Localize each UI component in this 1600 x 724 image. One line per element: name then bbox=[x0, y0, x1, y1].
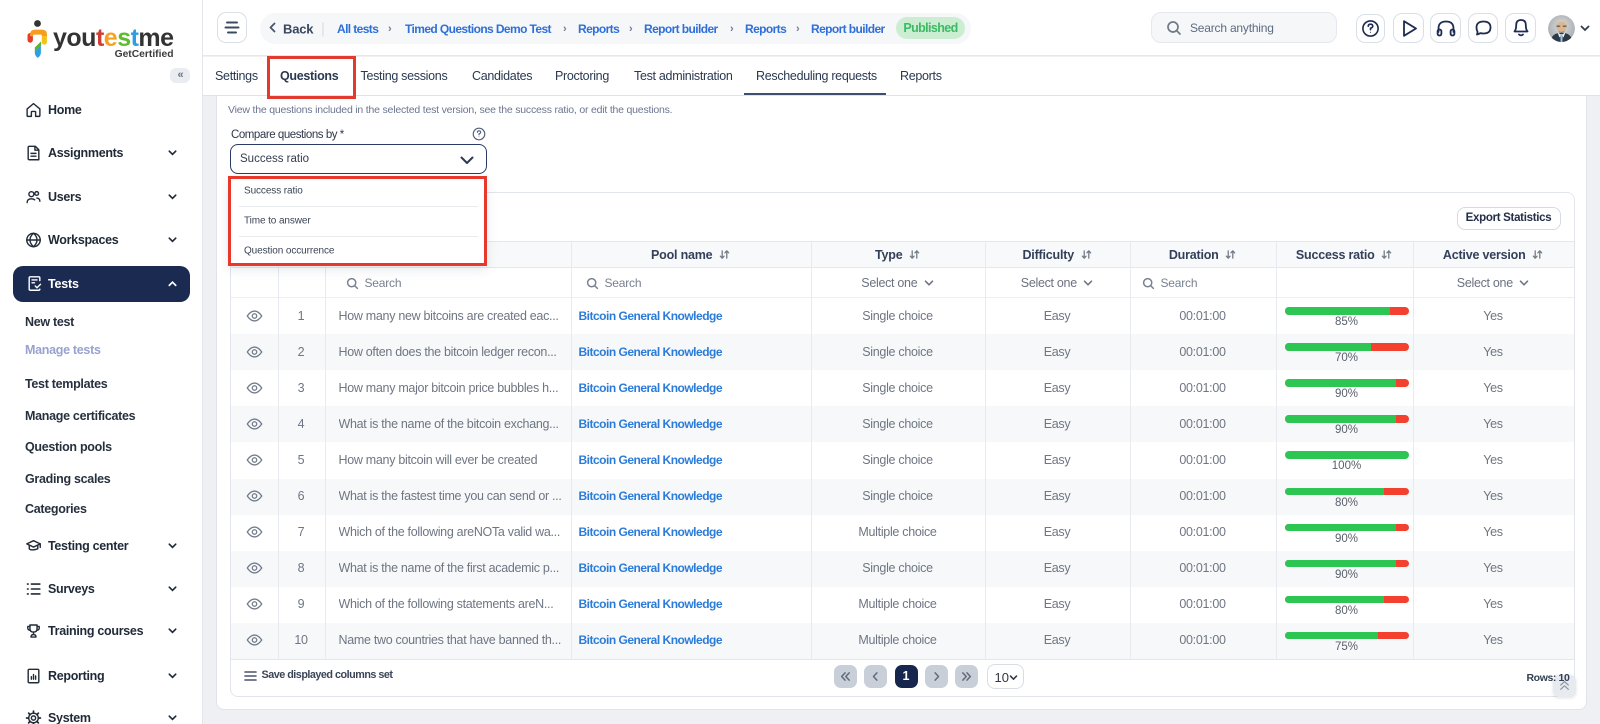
svg-text:youtestme: youtestme bbox=[53, 24, 174, 52]
svg-text:GetCertified: GetCertified bbox=[115, 49, 174, 60]
